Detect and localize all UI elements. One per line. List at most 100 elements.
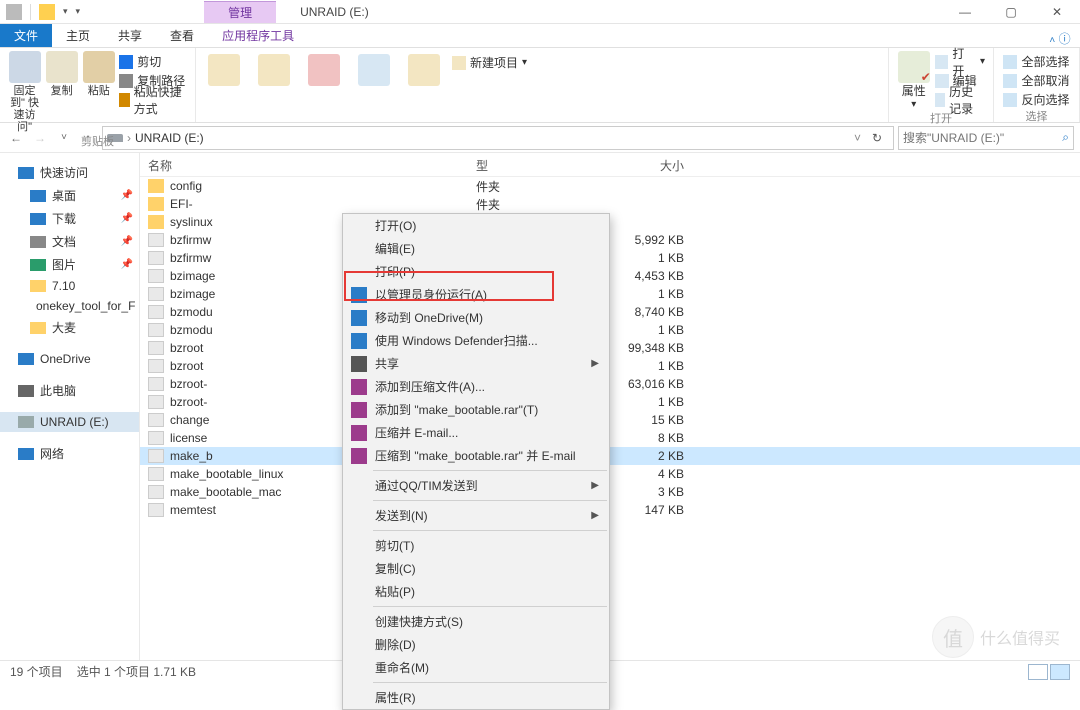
ctx-item[interactable]: 粘贴(P) [343,580,609,603]
ctx-item[interactable]: 通过QQ/TIM发送到▶ [343,474,609,497]
ctx-item[interactable]: 编辑(E) [343,237,609,260]
minimize-button[interactable]: — [942,0,988,24]
ctx-item[interactable]: 使用 Windows Defender扫描... [343,329,609,352]
ctx-item[interactable]: 移动到 OneDrive(M) [343,306,609,329]
tab-file[interactable]: 文件 [0,23,52,47]
nav-network[interactable]: 网络 [0,442,139,465]
properties-button[interactable]: ✔ 属性▾ [897,51,931,110]
recent-dropdown[interactable]: ˅ [54,132,74,143]
maximize-button[interactable]: ▢ [988,0,1034,24]
delete-icon[interactable] [308,54,340,86]
folder-icon [148,215,164,229]
file-icon [148,485,164,499]
qat-folder-icon[interactable] [39,4,55,20]
nav-folder-onekey[interactable]: onekey_tool_for_F [0,296,139,316]
ctx-item[interactable]: 压缩到 "make_bootable.rar" 并 E-mail [343,444,609,467]
folder-icon [148,197,164,211]
new-item-button[interactable]: 新建项目 [470,54,518,71]
pin-quickaccess-button[interactable]: 固定到" 快速访问" [8,51,41,133]
file-name: bzroot- [170,395,207,409]
ctx-label: 复制(C) [375,560,416,577]
file-name: bzimage [170,287,215,301]
invert-selection-button[interactable]: 反向选择 [1003,91,1069,108]
close-button[interactable]: ✕ [1034,0,1080,24]
nav-folder-damai[interactable]: 大麦 [0,316,139,339]
status-selection: 选中 1 个项目 1.71 KB [77,663,196,680]
file-name: license [170,431,207,445]
downloads-icon [30,213,46,225]
rename-icon[interactable] [358,54,390,86]
moveto-icon[interactable] [208,54,240,86]
ctx-item[interactable]: 打印(P) [343,260,609,283]
ctx-item[interactable]: 创建快捷方式(S) [343,610,609,633]
history-button[interactable]: 历史记录 [935,91,985,108]
file-name: bzroot [170,341,203,355]
select-all-button[interactable]: 全部选择 [1003,53,1069,70]
column-headers[interactable]: 名称 型 大小 [140,153,1080,177]
help-button[interactable]: ˄ ⓘ [1040,30,1080,47]
ctx-item[interactable]: 添加到压缩文件(A)... [343,375,609,398]
nav-pictures[interactable]: 图片📌 [0,253,139,276]
nav-documents[interactable]: 文档📌 [0,230,139,253]
refresh-button[interactable]: ↻ [865,131,889,145]
ctx-item[interactable]: 属性(R) [343,686,609,709]
ctx-label: 创建快捷方式(S) [375,613,463,630]
nav-folder-710[interactable]: 7.10 [0,276,139,296]
file-row[interactable]: memtest2019/6/26/星期...文件147 KB [140,501,1080,519]
nav-downloads[interactable]: 下载📌 [0,207,139,230]
ctx-item[interactable]: 共享▶ [343,352,609,375]
file-icon [148,467,164,481]
copypath-icon [119,74,133,88]
ctx-item[interactable]: 剪切(T) [343,534,609,557]
navigation-pane[interactable]: 快速访问 桌面📌 下载📌 文档📌 图片📌 7.10 onekey_tool_fo… [0,153,140,660]
pin-icon: 📌 [121,213,133,224]
ctx-label: 编辑(E) [375,240,415,257]
file-list[interactable]: 名称 型 大小 config件夹EFI-件夹syslinux件夹bzfirmw件… [140,153,1080,660]
search-box[interactable]: ⌕ [898,126,1074,150]
ctx-item[interactable]: 打开(O) [343,214,609,237]
ctx-item[interactable]: 重命名(M) [343,656,609,679]
open-button[interactable]: 打开 ▾ [935,53,985,70]
col-size[interactable]: 大小 [592,153,692,176]
qat-dropdown-icon[interactable]: ▾ [63,6,68,17]
paste-button[interactable]: 粘贴 [82,51,115,133]
paste-shortcut-button[interactable]: 粘贴快捷方式 [119,91,187,108]
search-input[interactable] [903,131,1062,145]
file-icon [148,323,164,337]
tab-view[interactable]: 查看 [156,23,208,47]
address-dropdown-icon[interactable]: ˅ [854,131,861,145]
nav-onedrive[interactable]: OneDrive [0,349,139,369]
search-icon[interactable]: ⌕ [1062,130,1069,145]
tab-home[interactable]: 主页 [52,23,104,47]
select-none-button[interactable]: 全部取消 [1003,72,1069,89]
nav-desktop[interactable]: 桌面📌 [0,184,139,207]
copy-button[interactable]: 复制 [45,51,78,133]
folder-icon [148,179,164,193]
newfolder-icon[interactable] [408,54,440,86]
copyto-icon[interactable] [258,54,290,86]
contextual-tab-manage[interactable]: 管理 [204,1,276,23]
cut-icon [119,55,133,69]
view-details-button[interactable] [1028,664,1048,680]
col-name[interactable]: 名称 [140,153,360,176]
nav-this-pc[interactable]: 此电脑 [0,379,139,402]
view-icons-button[interactable] [1050,664,1070,680]
desktop-icon [30,190,46,202]
ctx-item[interactable]: 添加到 "make_bootable.rar"(T) [343,398,609,421]
edit-icon [935,74,949,88]
col-date[interactable] [360,153,468,176]
nav-quick-access[interactable]: 快速访问 [0,161,139,184]
ctx-label: 移动到 OneDrive(M) [375,309,483,326]
tab-share[interactable]: 共享 [104,23,156,47]
ctx-item[interactable]: 删除(D) [343,633,609,656]
ctx-item[interactable]: 复制(C) [343,557,609,580]
ctx-item[interactable]: 发送到(N)▶ [343,504,609,527]
cut-button[interactable]: 剪切 [119,53,187,70]
qat-overflow-icon[interactable]: ▾ [76,6,81,17]
tab-application-tools[interactable]: 应用程序工具 [208,23,308,47]
submenu-arrow-icon: ▶ [591,480,599,491]
ctx-item[interactable]: 以管理员身份运行(A) [343,283,609,306]
nav-drive-unraid[interactable]: UNRAID (E:) [0,412,139,432]
address-bar[interactable]: › UNRAID (E:) ˅ ↻ [102,126,894,150]
ctx-item[interactable]: 压缩并 E-mail... [343,421,609,444]
